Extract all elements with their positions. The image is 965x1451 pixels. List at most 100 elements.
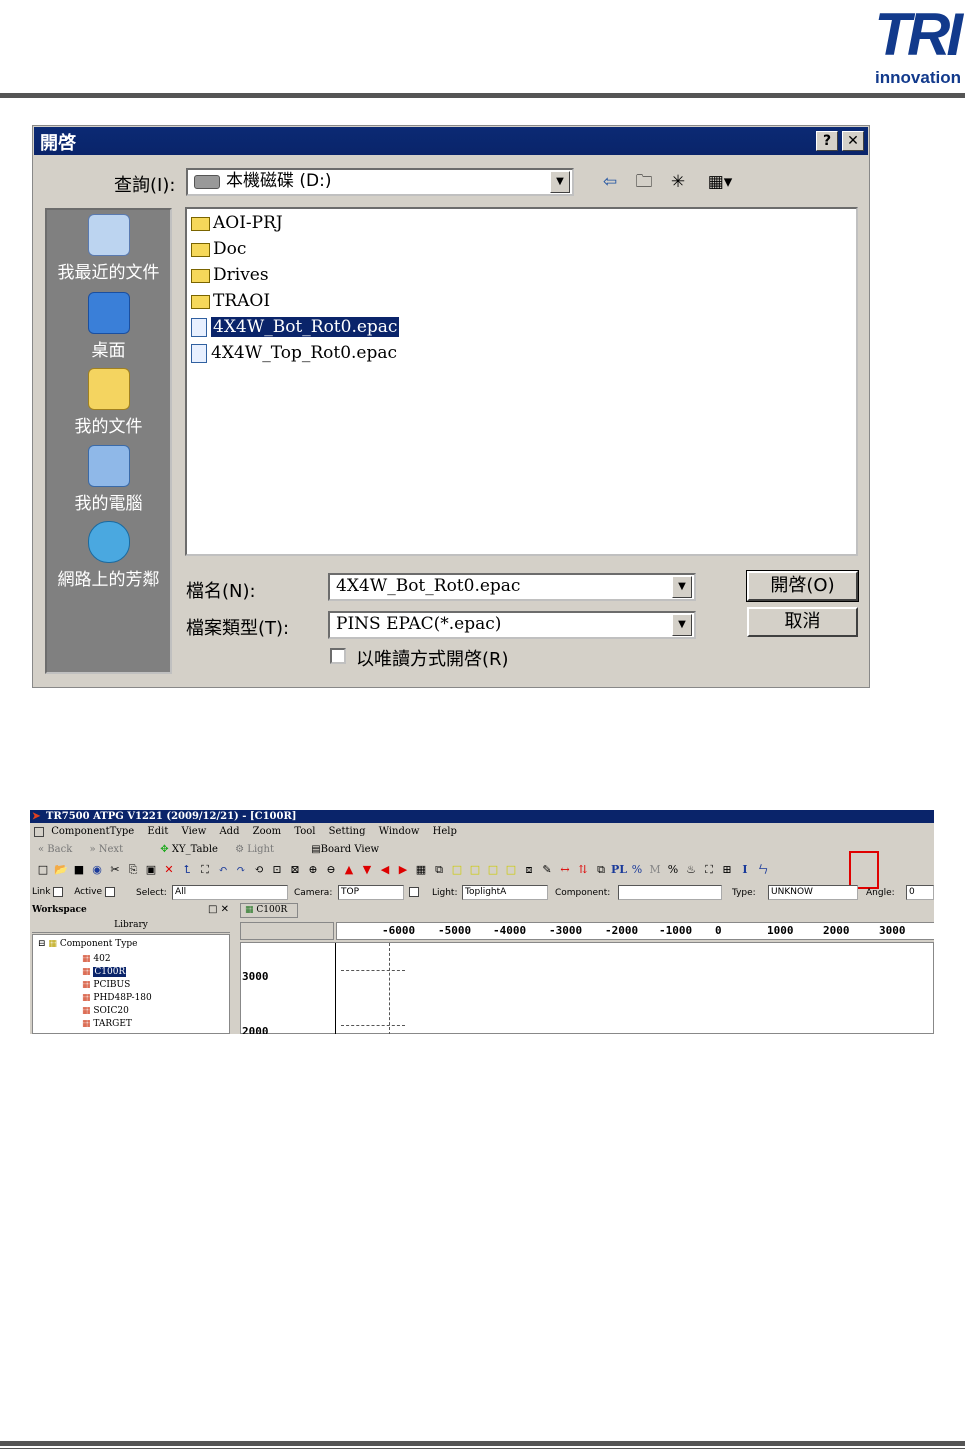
library-tab[interactable]: Library xyxy=(32,920,230,933)
box2-icon[interactable]: □ xyxy=(466,862,484,878)
undo-icon[interactable]: ↶ xyxy=(214,862,232,878)
new-icon[interactable]: □ xyxy=(34,862,52,878)
list-item-selected[interactable]: 4X4W_Bot_Rot0.epac xyxy=(191,315,400,339)
record-icon[interactable]: ◉ xyxy=(88,862,106,878)
list-item[interactable]: 4X4W_Top_Rot0.epac xyxy=(191,341,397,365)
m-icon[interactable]: M xyxy=(646,862,664,878)
component-dropdown[interactable] xyxy=(618,885,722,900)
place-my-documents[interactable]: 我的文件 xyxy=(45,368,172,437)
box4-icon[interactable]: □ xyxy=(502,862,520,878)
place-my-computer[interactable]: 我的電腦 xyxy=(45,445,172,514)
up-folder-icon[interactable]: 🗀 xyxy=(632,171,656,193)
new-folder-icon[interactable]: ✳ xyxy=(666,171,690,193)
filetype-dropdown[interactable]: PINS EPAC(*.epac) xyxy=(328,611,696,639)
view-menu-icon[interactable]: ▦▾ xyxy=(701,171,739,193)
active-checkbox[interactable] xyxy=(104,886,115,897)
file-list[interactable]: AOI-PRJ Doc Drives TRAOI 4X4W_Bot_Rot0.e… xyxy=(185,207,858,556)
menu-setting[interactable]: Setting xyxy=(329,826,366,837)
board-view-button[interactable]: ▤Board View xyxy=(311,844,379,855)
fit-icon[interactable]: ⊡ xyxy=(268,862,286,878)
pencil-icon[interactable]: ✎ xyxy=(538,862,556,878)
zoom-in-icon[interactable]: ⊕ xyxy=(304,862,322,878)
list-item[interactable]: TRAOI xyxy=(191,289,270,313)
paste-icon[interactable]: ▣ xyxy=(142,862,160,878)
pads-icon[interactable]: ⧈ xyxy=(520,862,538,878)
box3-icon[interactable]: □ xyxy=(484,862,502,878)
board-canvas[interactable]: 3000 2000 xyxy=(240,942,934,1034)
light-bulb-icon[interactable]: ♨ xyxy=(682,862,700,878)
bracket-icon[interactable]: ㄣ xyxy=(754,862,772,878)
workspace-close-icon[interactable]: □ ✕ xyxy=(208,904,229,915)
tree-item[interactable]: ▦ PHD48P-180 xyxy=(82,992,152,1004)
list-item[interactable]: Drives xyxy=(191,263,269,287)
move-right-icon[interactable]: ▶ xyxy=(394,862,412,878)
menu-edit[interactable]: Edit xyxy=(147,826,168,837)
menu-zoom[interactable]: Zoom xyxy=(253,826,281,837)
doc-tab[interactable]: ▦ C100R xyxy=(240,903,298,918)
select-dropdown[interactable]: All xyxy=(172,885,288,900)
place-network[interactable]: 網路上的芳鄰 xyxy=(45,521,172,590)
percent-icon[interactable]: % xyxy=(628,862,646,878)
light-checkbox[interactable] xyxy=(409,887,419,897)
save-icon[interactable]: ■ xyxy=(70,862,88,878)
angle-input[interactable]: 0 xyxy=(906,885,934,900)
readonly-checkbox[interactable] xyxy=(330,648,346,664)
type-dropdown[interactable]: UNKNOW xyxy=(768,885,858,900)
filename-dropdown-arrow[interactable]: ▼ xyxy=(672,576,692,598)
filetype-dropdown-arrow[interactable]: ▼ xyxy=(672,614,692,636)
redo-icon[interactable]: ↷ xyxy=(232,862,250,878)
list-item[interactable]: AOI-PRJ xyxy=(191,211,283,235)
width-icon[interactable]: ↔ xyxy=(556,862,574,878)
group-icon[interactable]: ⧉ xyxy=(430,862,448,878)
back-button[interactable]: « Back xyxy=(38,844,72,855)
tree-item[interactable]: ▦ 402 xyxy=(82,953,111,965)
close-button[interactable]: ✕ xyxy=(842,131,864,151)
next-button[interactable]: » Next xyxy=(89,844,123,855)
select-box-icon[interactable]: ⊞ xyxy=(718,862,736,878)
select-all-icon[interactable]: ⛶ xyxy=(700,862,718,878)
lookin-dropdown-arrow[interactable]: ▼ xyxy=(550,171,570,193)
copy-part-icon[interactable]: ⧉ xyxy=(592,862,610,878)
light-dropdown[interactable]: ToplightA xyxy=(462,885,548,900)
origin-icon[interactable]: ⮤ xyxy=(178,862,196,878)
place-recent[interactable]: 我最近的文件 xyxy=(45,214,172,283)
cancel-button[interactable]: 取消 xyxy=(747,607,858,637)
help-button[interactable]: ? xyxy=(816,131,838,151)
rotate-icon[interactable]: ⟲ xyxy=(250,862,268,878)
light-button[interactable]: ⚙ Light xyxy=(235,844,274,855)
pins-icon[interactable]: ⇅ xyxy=(574,862,592,878)
text-cursor-icon[interactable]: I xyxy=(736,862,754,878)
menu-help[interactable]: Help xyxy=(433,826,457,837)
tree-item[interactable]: ▦ PCIBUS xyxy=(82,979,130,991)
tree-root[interactable]: ⊟ ▦ Component Type xyxy=(38,939,137,949)
lookin-dropdown[interactable]: 本機磁碟 (D:) xyxy=(186,168,574,196)
zoom-out-icon[interactable]: ⊖ xyxy=(322,862,340,878)
back-arrow-icon[interactable]: ⇦ xyxy=(598,171,622,193)
align-icon[interactable]: ⛶ xyxy=(196,862,214,878)
open-button[interactable]: 開啓(O) xyxy=(746,570,859,602)
filename-input[interactable]: 4X4W_Bot_Rot0.epac xyxy=(328,573,696,601)
cut-icon[interactable]: ✂ xyxy=(106,862,124,878)
fit-all-icon[interactable]: ⊠ xyxy=(286,862,304,878)
pl-icon[interactable]: PL xyxy=(610,862,628,878)
menu-tool[interactable]: Tool xyxy=(294,826,315,837)
menu-window[interactable]: Window xyxy=(379,826,420,837)
menu-view[interactable]: View xyxy=(182,826,207,837)
delete-icon[interactable]: ✕ xyxy=(160,862,178,878)
link-checkbox[interactable] xyxy=(53,886,64,897)
tree-item[interactable]: ▦ SOIC20 xyxy=(82,1005,129,1017)
place-desktop[interactable]: 桌面 xyxy=(45,292,172,361)
menu-add[interactable]: Add xyxy=(219,826,239,837)
val-icon[interactable]: % xyxy=(664,862,682,878)
tree-item-selected[interactable]: ▦ C100R xyxy=(82,966,127,978)
move-up-icon[interactable]: ▲ xyxy=(340,862,358,878)
camera-dropdown[interactable]: TOP xyxy=(338,885,404,900)
grid-icon[interactable]: ▦ xyxy=(412,862,430,878)
copy-icon[interactable]: ⎘ xyxy=(124,862,142,878)
move-down-icon[interactable]: ▼ xyxy=(358,862,376,878)
list-item[interactable]: Doc xyxy=(191,237,246,261)
xy-table-button[interactable]: ✥ XY_Table xyxy=(160,844,218,855)
menu-componenttype[interactable]: ComponentType xyxy=(51,826,134,837)
tree-item[interactable]: ▦ TARGET xyxy=(82,1018,132,1030)
open-icon[interactable]: 📂 xyxy=(52,862,70,878)
